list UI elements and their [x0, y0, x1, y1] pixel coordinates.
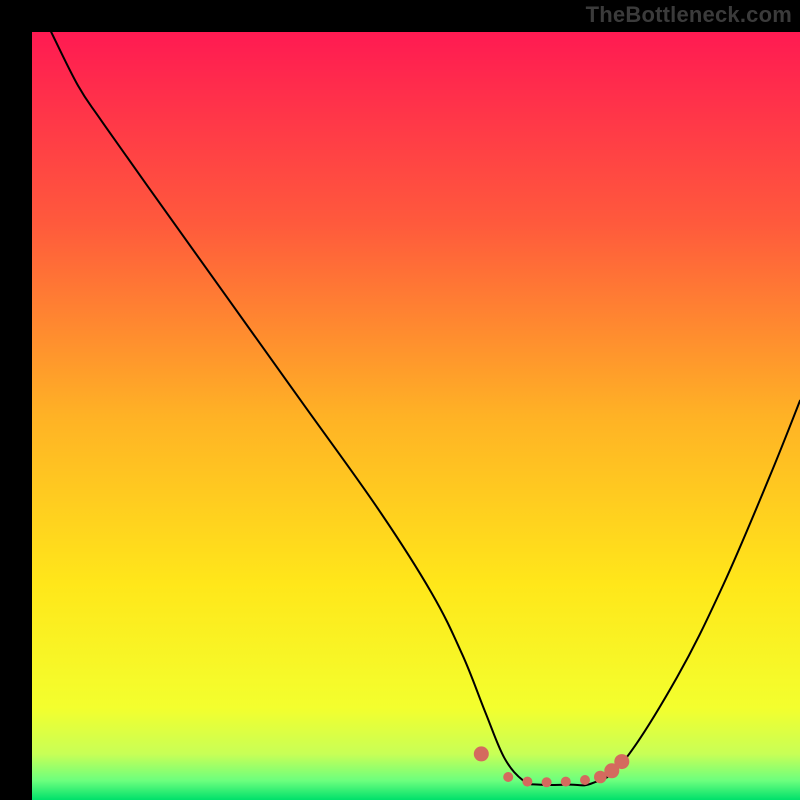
optimal-point	[561, 777, 571, 787]
optimal-point	[614, 754, 629, 769]
optimal-point	[503, 772, 513, 782]
chart-frame	[16, 16, 784, 784]
chart-background	[32, 32, 800, 800]
watermark-text: TheBottleneck.com	[586, 2, 792, 28]
optimal-point	[580, 775, 590, 785]
optimal-point	[474, 746, 489, 761]
optimal-point	[542, 777, 552, 787]
bottleneck-chart	[32, 32, 800, 800]
optimal-point	[522, 777, 532, 787]
